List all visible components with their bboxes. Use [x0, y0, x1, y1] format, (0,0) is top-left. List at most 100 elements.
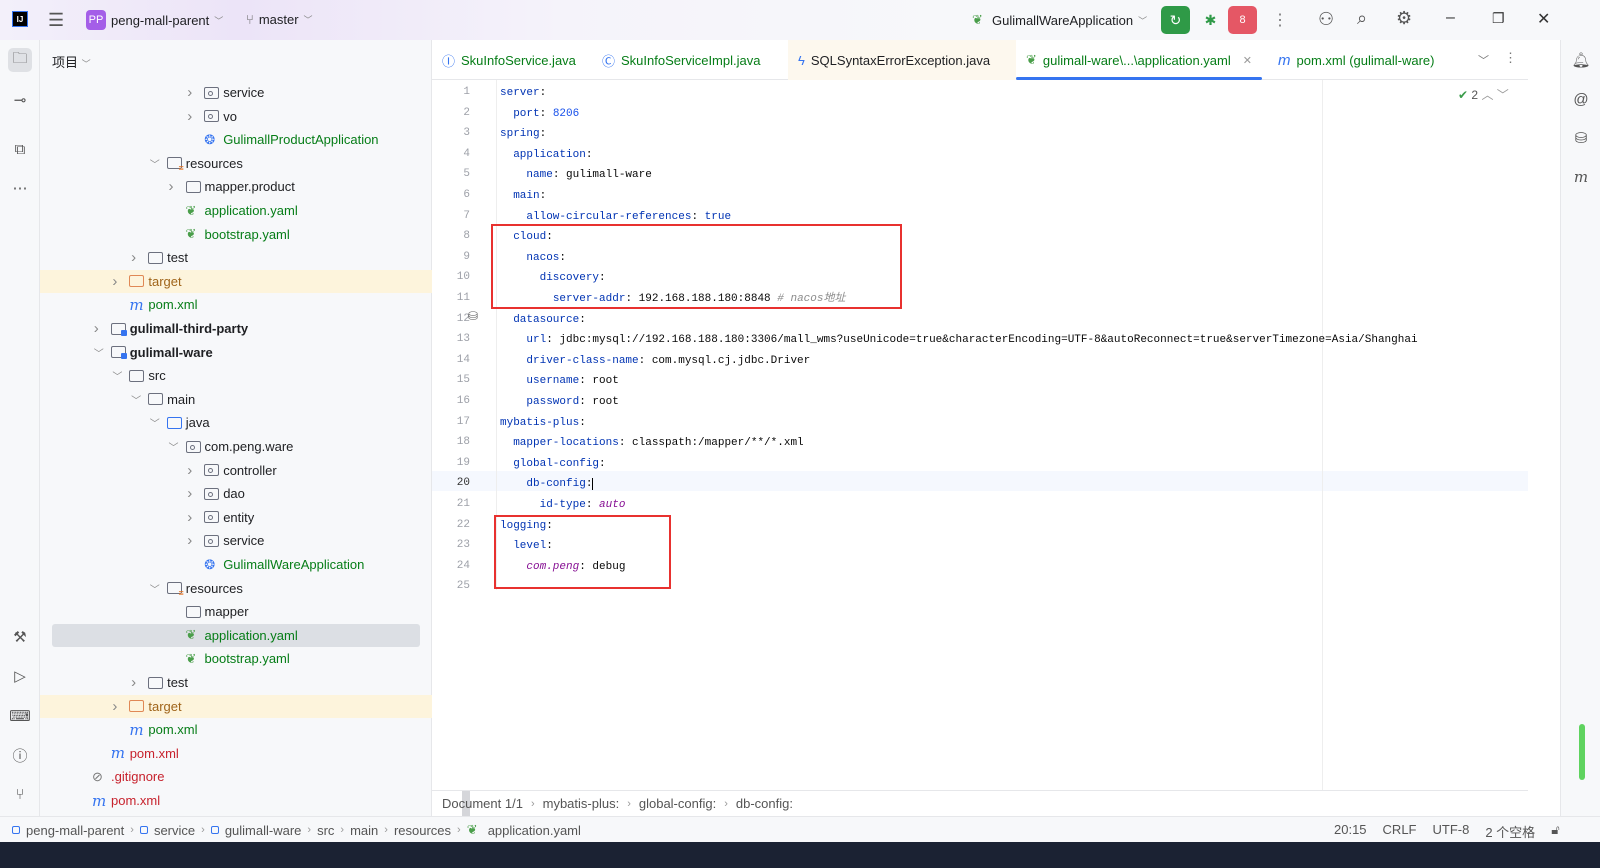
tree-item[interactable]: › test	[40, 246, 432, 269]
tree-item[interactable]: › target	[40, 269, 432, 293]
status-path-item[interactable]: service	[154, 823, 195, 838]
chevron-right-icon[interactable]: ›	[131, 674, 136, 691]
ai-assistant-icon[interactable]: @	[1569, 87, 1593, 111]
status-path-item[interactable]: gulimall-ware	[225, 823, 302, 838]
chevron-right-icon[interactable]: ›	[187, 532, 192, 549]
project-folder-icon[interactable]: 🗀	[8, 48, 32, 72]
tab-list-chevron-icon[interactable]: ﹀	[1478, 52, 1489, 68]
editor-tab[interactable]: Ⓘ SkuInfoService.java	[432, 40, 586, 80]
cursor-position[interactable]: 20:15	[1334, 822, 1367, 841]
terminal-icon[interactable]: ⌨	[8, 704, 32, 728]
close-window-button[interactable]: ✕	[1537, 9, 1550, 29]
breadcrumb-item[interactable]: global-config:	[639, 796, 716, 811]
add-user-icon[interactable]: ⚇	[1318, 9, 1334, 30]
chevron-down-icon[interactable]: ﹀	[112, 368, 122, 383]
breadcrumb-item[interactable]: mybatis-plus:	[543, 796, 620, 811]
services-icon[interactable]: ▷	[8, 664, 32, 688]
tree-item[interactable]: ❦ application.yaml	[40, 623, 432, 647]
datasource-gutter-icon[interactable]: ⛁	[468, 309, 478, 323]
chevron-right-icon[interactable]: ›	[94, 320, 99, 337]
tree-item[interactable]: m pom.xml	[40, 789, 432, 812]
chevron-right-icon[interactable]: ›	[187, 509, 192, 526]
tree-item[interactable]: › dao	[40, 482, 432, 505]
build-hammer-icon[interactable]: ⚒	[8, 625, 32, 649]
file-encoding[interactable]: UTF-8	[1433, 822, 1470, 841]
tree-item[interactable]: m pom.xml	[40, 718, 432, 741]
status-path-item[interactable]: main	[350, 823, 378, 838]
status-path-item[interactable]: resources	[394, 823, 451, 838]
tree-item[interactable]: ❂ GulimallWareApplication	[40, 553, 432, 576]
tree-item[interactable]: › mapper.product	[40, 175, 432, 198]
status-path-item[interactable]: peng-mall-parent	[26, 823, 124, 838]
database-icon[interactable]: ⛁	[1569, 126, 1593, 150]
more-icon[interactable]: ⋮	[1272, 10, 1288, 30]
inspection-widget[interactable]: ✔ 2 ︿ ﹀	[1458, 86, 1509, 103]
tree-item[interactable]: › target	[40, 694, 432, 718]
tree-item[interactable]: › service	[40, 81, 432, 104]
commit-icon[interactable]: ⊸	[8, 88, 32, 112]
chevron-right-icon[interactable]: ›	[187, 84, 192, 101]
chevron-right-icon[interactable]: ›	[187, 108, 192, 125]
git-icon[interactable]: ⑂	[8, 782, 32, 806]
tree-item[interactable]: ﹀ com.peng.ware	[40, 435, 432, 458]
branch-selector[interactable]: ⑂ master ﹀	[246, 12, 313, 27]
status-path-item[interactable]: src	[317, 823, 334, 838]
tree-item[interactable]: ﹀ src	[40, 364, 432, 387]
tree-item[interactable]: ﹀ resources	[40, 577, 432, 600]
tree-item[interactable]: ﹀ java	[40, 411, 432, 434]
line-separator[interactable]: CRLF	[1383, 822, 1417, 841]
stop-button[interactable]: 8	[1228, 6, 1257, 34]
rerun-button[interactable]: ↻	[1161, 6, 1190, 34]
tree-item[interactable]: › entity	[40, 506, 432, 529]
chevron-down-icon[interactable]: ﹀	[169, 439, 179, 454]
structure-icon[interactable]: ⧉	[8, 137, 32, 161]
tree-item[interactable]: ﹀ gulimall-ware	[40, 341, 432, 364]
settings-icon[interactable]: ⚙	[1396, 8, 1412, 29]
tree-item[interactable]: m pom.xml	[40, 742, 432, 765]
chevron-down-icon[interactable]: ﹀	[94, 345, 104, 360]
tree-item[interactable]: › controller	[40, 459, 432, 482]
editor-tab[interactable]: ϟ SQLSyntaxErrorException.java	[788, 40, 1016, 80]
tree-item[interactable]: ⊘ .gitignore	[40, 765, 432, 788]
problems-icon[interactable]: ⓘ	[8, 743, 32, 767]
editor-tab[interactable]: ❦ gulimall-ware\...\application.yaml ✕	[1016, 40, 1262, 80]
tree-item[interactable]: ❦ bootstrap.yaml	[40, 647, 432, 670]
chevron-right-icon[interactable]: ›	[112, 698, 117, 715]
tree-item[interactable]: › test	[40, 671, 432, 694]
tree-item[interactable]: › vo	[40, 105, 432, 128]
status-path-item[interactable]: application.yaml	[488, 823, 581, 838]
main-menu-icon[interactable]: ☰	[48, 10, 64, 31]
chevron-down-icon[interactable]: ﹀	[150, 581, 160, 596]
run-config-selector[interactable]: ❦ GulimallWareApplication ﹀	[972, 12, 1147, 28]
tree-item[interactable]: ❦ application.yaml	[40, 199, 432, 222]
chevron-right-icon[interactable]: ›	[131, 249, 136, 266]
intellij-logo-icon[interactable]: IJ	[12, 11, 28, 27]
editor-tab[interactable]: Ⓒ SkuInfoServiceImpl.java	[592, 40, 770, 80]
more-tools-icon[interactable]: ⋯	[8, 176, 32, 200]
close-tab-icon[interactable]: ✕	[1243, 54, 1252, 67]
project-selector[interactable]: PP peng-mall-parent ﹀	[86, 10, 223, 30]
chevron-right-icon[interactable]: ›	[187, 485, 192, 502]
maven-icon[interactable]: m	[1569, 165, 1593, 189]
chevron-down-icon[interactable]: ﹀	[150, 415, 160, 430]
tab-more-icon[interactable]: ⋮	[1504, 50, 1517, 66]
project-panel-header[interactable]: 项目 ﹀	[52, 52, 91, 71]
tree-item[interactable]: › service	[40, 529, 432, 552]
breadcrumb-item[interactable]: db-config:	[736, 796, 793, 811]
minimize-button[interactable]: –	[1446, 9, 1455, 27]
restore-button[interactable]: ❐	[1492, 10, 1505, 27]
tree-item[interactable]: ﹀ resources	[40, 152, 432, 175]
indent-setting[interactable]: 2 个空格	[1485, 822, 1535, 841]
tree-item[interactable]: ❂ GulimallProductApplication	[40, 128, 432, 151]
code-editor[interactable]: 1 2 3 4 5 6 7 8 9 10 11 12 13 14 15 16 17 18 19 20 21 22 23 24 2…	[432, 80, 1528, 790]
tree-item[interactable]: mapper	[40, 600, 432, 623]
editor-tab[interactable]: m pom.xml (gulimall-ware)	[1268, 40, 1444, 80]
chevron-right-icon[interactable]: ›	[112, 273, 117, 290]
chevron-down-icon[interactable]: ﹀	[131, 392, 141, 407]
tree-item[interactable]: ﹀ main	[40, 388, 432, 411]
search-icon[interactable]: ⌕	[1357, 8, 1367, 29]
notifications-icon[interactable]: 🔔︎	[1569, 48, 1593, 72]
chevron-right-icon[interactable]: ›	[169, 178, 174, 195]
tree-item[interactable]: ❦ bootstrap.yaml	[40, 223, 432, 246]
tree-item[interactable]: › gulimall-third-party	[40, 317, 432, 340]
